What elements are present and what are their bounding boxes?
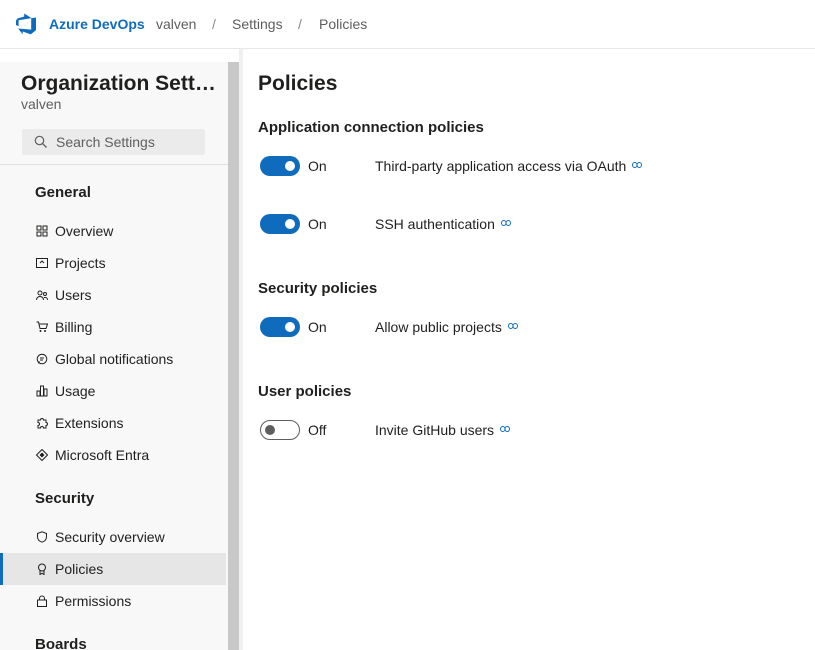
policy-label-ssh: SSH authentication (375, 216, 511, 232)
toggle-ssh-authentication[interactable] (260, 214, 300, 234)
sidebar-item-label: Permissions (55, 593, 132, 609)
sidebar-item-security-overview[interactable]: Security overview (0, 521, 226, 553)
entra-icon (36, 449, 48, 461)
billing-cart-icon (36, 321, 48, 332)
search-icon (34, 135, 47, 148)
notifications-icon (36, 353, 48, 365)
usage-icon (36, 385, 48, 397)
brand-link[interactable]: Azure DevOps (49, 16, 145, 32)
policy-label-oauth: Third-party application access via OAuth (375, 158, 643, 174)
group-heading-application-connection: Application connection policies (258, 119, 484, 136)
sidebar-item-label: Billing (55, 319, 93, 335)
link-icon[interactable] (500, 426, 511, 432)
policy-label-text: Allow public projects (375, 319, 502, 335)
sidebar-item-label: Global notifications (55, 351, 174, 367)
search-input[interactable] (56, 132, 201, 152)
policies-icon (38, 563, 46, 575)
sidebar-scrollbar[interactable] (228, 62, 239, 650)
policy-label-text: Invite GitHub users (375, 422, 495, 438)
sidebar-item-overview[interactable]: Overview (0, 215, 226, 247)
overview-icon (36, 225, 48, 237)
sidebar-item-projects[interactable]: Projects (0, 247, 226, 279)
toggle-state-label: On (308, 158, 327, 174)
sidebar-subtitle: valven (21, 96, 62, 112)
toggle-state-label: On (308, 216, 327, 232)
sidebar-item-usage[interactable]: Usage (0, 375, 226, 407)
toggle-invite-github-users[interactable] (260, 420, 300, 440)
link-icon[interactable] (500, 220, 511, 226)
group-heading-security-policies: Security policies (258, 280, 378, 297)
sidebar-gutter (239, 49, 243, 650)
breadcrumb-separator: / (298, 16, 302, 32)
extensions-icon (37, 418, 48, 429)
sidebar-item-label: Overview (55, 223, 114, 239)
projects-icon (36, 258, 48, 268)
sidebar-item-label: Projects (55, 255, 106, 271)
policy-label-text: Third-party application access via OAuth (375, 158, 627, 174)
sidebar-item-label: Security overview (55, 529, 165, 545)
toggle-state-label: Off (308, 422, 327, 438)
users-icon (36, 290, 48, 301)
breadcrumb-policies[interactable]: Policies (319, 16, 367, 32)
sidebar-title: Organization Setti… (21, 72, 219, 95)
sidebar-item-label: Users (55, 287, 92, 303)
breadcrumb-separator: / (212, 16, 216, 32)
sidebar-divider (0, 164, 228, 165)
policy-label-public-projects: Allow public projects (375, 319, 518, 335)
breadcrumb-settings[interactable]: Settings (232, 16, 283, 32)
sidebar-item-policies[interactable]: Policies (0, 553, 226, 585)
shield-icon (37, 531, 47, 543)
section-heading-boards: Boards (35, 636, 87, 650)
top-bar: Azure DevOps valven / Settings / Policie… (0, 0, 815, 49)
section-heading-general: General (35, 184, 91, 201)
policy-label-text: SSH authentication (375, 216, 495, 232)
toggle-knob (285, 219, 295, 229)
sidebar-item-extensions[interactable]: Extensions (0, 407, 226, 439)
sidebar-item-permissions[interactable]: Permissions (0, 585, 226, 617)
toggle-knob (285, 322, 295, 332)
group-heading-user-policies: User policies (258, 383, 352, 400)
toggle-state-label: On (308, 319, 327, 335)
lock-icon (37, 595, 47, 607)
toggle-knob (265, 425, 275, 435)
page-title: Policies (258, 72, 338, 95)
link-icon[interactable] (632, 162, 643, 168)
sidebar-item-billing[interactable]: Billing (0, 311, 226, 343)
azure-devops-logo-icon[interactable] (14, 12, 38, 36)
sidebar-item-label: Extensions (55, 415, 124, 431)
sidebar-item-microsoft-entra[interactable]: Microsoft Entra (0, 439, 226, 471)
breadcrumb-org[interactable]: valven (156, 16, 196, 32)
toggle-public-projects[interactable] (260, 317, 300, 337)
section-heading-security: Security (35, 490, 95, 507)
search-settings-box[interactable] (22, 129, 205, 155)
toggle-oauth-access[interactable] (260, 156, 300, 176)
sidebar-item-label: Microsoft Entra (55, 447, 150, 463)
sidebar-item-users[interactable]: Users (0, 279, 226, 311)
sidebar-item-label: Usage (55, 383, 96, 399)
sidebar-item-label: Policies (55, 561, 104, 577)
sidebar-item-global-notifications[interactable]: Global notifications (0, 343, 226, 375)
toggle-knob (285, 161, 295, 171)
link-icon[interactable] (507, 323, 518, 329)
policy-label-invite-github: Invite GitHub users (375, 422, 511, 438)
